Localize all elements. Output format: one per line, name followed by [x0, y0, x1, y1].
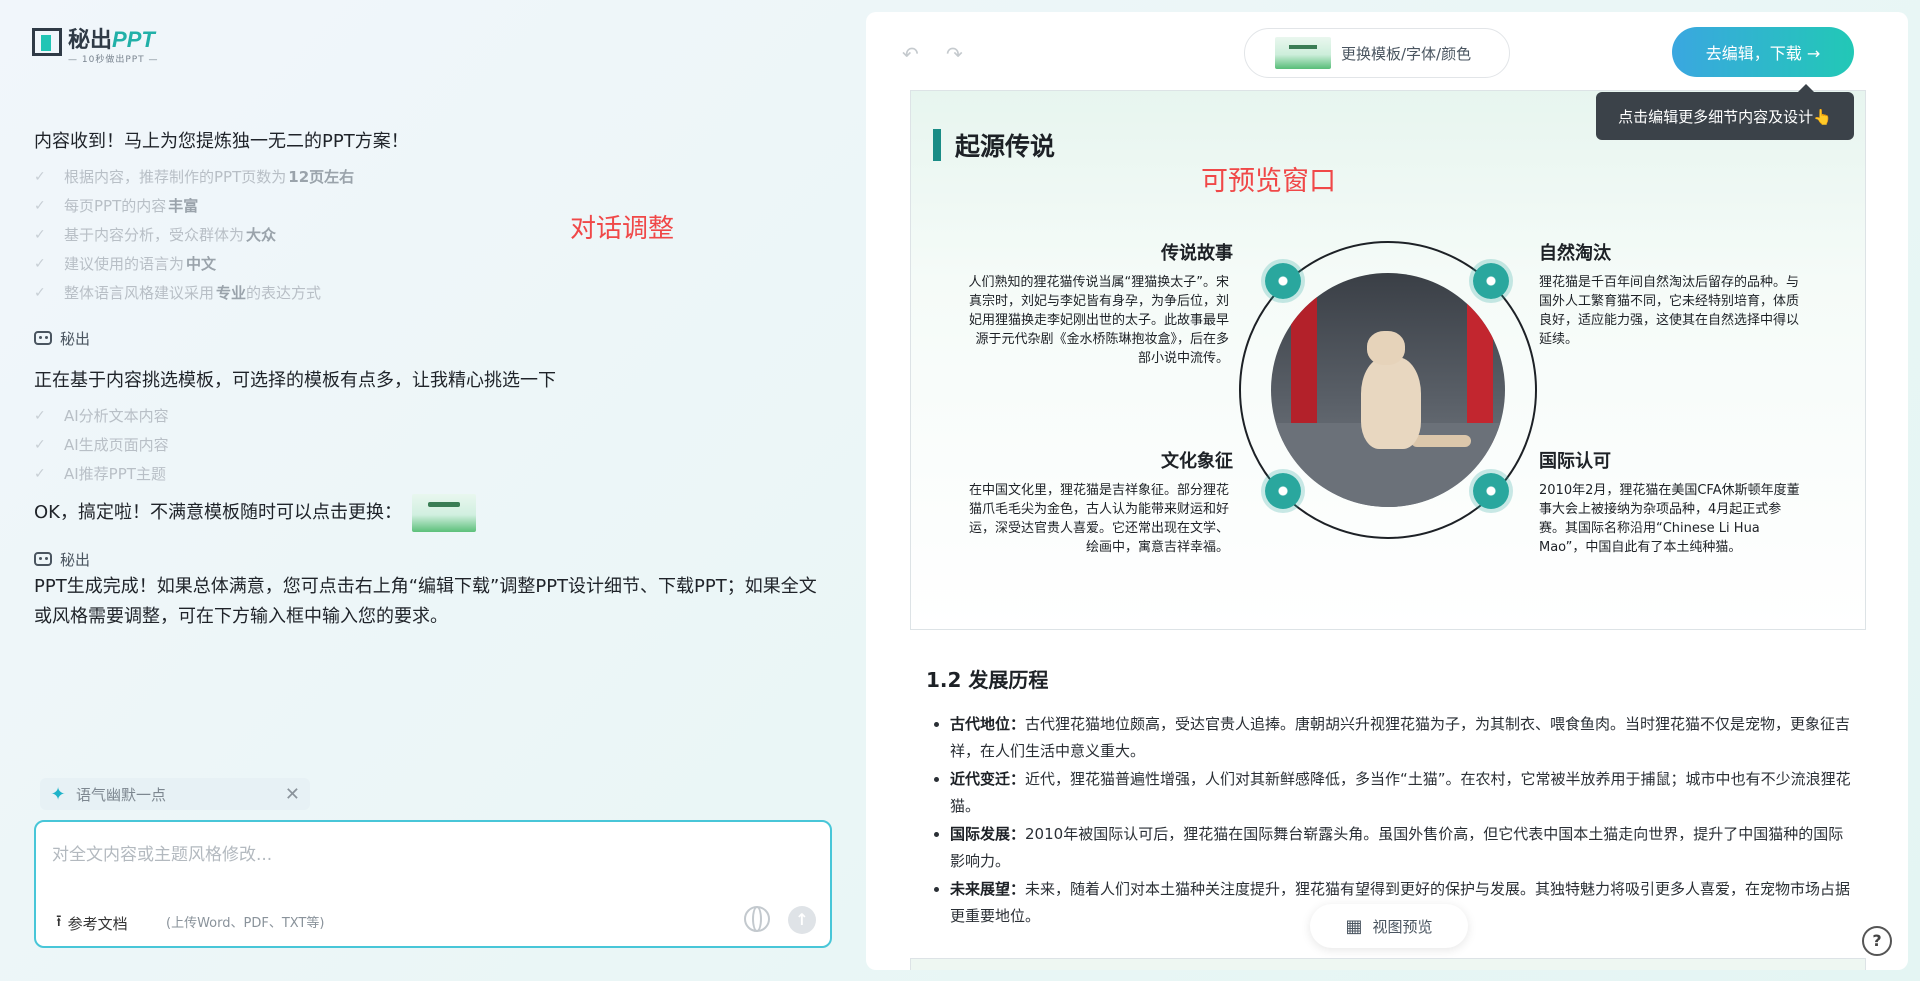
- check-item: ✓ 根据内容，推荐制作的PPT页数为 12页左右: [34, 168, 355, 186]
- robot-icon: [34, 331, 52, 345]
- section-body: 在中国文化里，狸花猫是吉祥象征。部分狸花猫爪毛毛尖为金色，古人认为能带来财运和好…: [968, 483, 1229, 555]
- check-item: ✓ 基于内容分析，受众群体为 大众: [34, 226, 277, 244]
- check-icon: ✓: [34, 226, 46, 243]
- recommendation-checklist: ✓ 根据内容，推荐制作的PPT页数为 12页左右 ✓ 每页PPT的内容 丰富 ✓ 基于内容…: [34, 162, 834, 307]
- upload-hint: (上传Word、PDF、TXT等): [166, 916, 325, 931]
- check-icon: ✓: [34, 197, 46, 214]
- check-icon: ✓: [34, 407, 46, 424]
- check-icon: ✓: [34, 436, 46, 453]
- redo-icon[interactable]: ↷: [946, 42, 963, 66]
- logo-mark-icon: [32, 28, 62, 56]
- node-dot-icon: [1473, 263, 1509, 299]
- sparkle-icon: ✦: [50, 783, 66, 805]
- check-item: ✓ 整体语言风格建议采用 专业 的表达方式: [34, 284, 322, 302]
- step-item: ✓ AI分析文本内容: [34, 407, 169, 425]
- final-message: PPT生成完成！如果总体满意，您可点击右上角“编辑下载”调整PPT设计细节、下载…: [34, 576, 817, 627]
- step-item: ✓ AI推荐PPT主题: [34, 465, 166, 483]
- check-item: ✓ 每页PPT的内容 丰富: [34, 197, 199, 215]
- reference-doc-button[interactable]: ⭱ 参考文档: [56, 910, 128, 937]
- bot-label: 秘出: [34, 546, 834, 572]
- bot-label: 秘出: [34, 325, 834, 351]
- logo-tagline: — 10秒做出PPT —: [68, 55, 159, 65]
- title-accent-bar: [933, 129, 941, 161]
- outline-article: 1.2 发展历程 古代地位：古代狸花猫地位颇高，受达官贵人追捧。唐朝胡兴升视狸花…: [926, 664, 1856, 931]
- edit-download-button[interactable]: 去编辑，下载 →: [1672, 27, 1854, 77]
- close-icon[interactable]: ✕: [285, 784, 300, 805]
- section-heading: 自然淘汰: [1539, 243, 1611, 264]
- send-button[interactable]: ↑: [788, 906, 816, 934]
- preview-panel: ↶ ↷ 更换模板/字体/颜色 去编辑，下载 → 点击编辑更多细节内容及设计👆 起…: [866, 12, 1908, 970]
- check-icon: ✓: [34, 168, 46, 185]
- prompt-input-box: ⭱ 参考文档 (上传Word、PDF、TXT等) ↑: [34, 820, 832, 948]
- template-thumbnail[interactable]: [411, 494, 476, 532]
- view-preview-button[interactable]: ▦ 视图预览: [1310, 904, 1468, 948]
- logo-brand: 秘出: [68, 27, 113, 52]
- list-item: 近代变迁：近代，狸花猫普遍性增强，人们对其新鲜感降低，多当作“土猫”。在农村，它…: [950, 766, 1856, 820]
- intro-message: 内容收到！马上为您提炼独一无二的PPT方案！: [34, 131, 409, 152]
- list-item: 国际发展：2010年被国际认可后，狸花猫在国际舞台崭露头角。虽国外售价高，但它代…: [950, 821, 1856, 875]
- ok-message: OK，搞定啦！不满意模板随时可以点击更换：: [34, 494, 834, 532]
- section-heading: 国际认可: [1539, 451, 1611, 472]
- article-list: 古代地位：古代狸花猫地位颇高，受达官贵人追捧。唐朝胡兴升视狸花猫为子，为其制衣、…: [926, 711, 1856, 930]
- section-heading: 传说故事: [1161, 243, 1233, 264]
- change-template-button[interactable]: 更换模板/字体/颜色: [1244, 28, 1510, 78]
- check-icon: ✓: [34, 465, 46, 482]
- chat-panel: 秘出PPT — 10秒做出PPT — 对话调整 内容收到！马上为您提炼独一无二的…: [0, 0, 865, 981]
- next-slide-preview[interactable]: [910, 958, 1866, 970]
- check-item: ✓ 建议使用的语言为 中文: [34, 255, 217, 273]
- section-body: 人们熟知的狸花猫传说当属“狸猫换太子”。宋真宗时，刘妃与李妃皆有身孕，为争后位，…: [968, 275, 1229, 366]
- undo-icon[interactable]: ↶: [902, 42, 919, 66]
- style-chip[interactable]: ✦ 语气幽默一点 ✕: [40, 778, 310, 810]
- step-item: ✓ AI生成页面内容: [34, 436, 169, 454]
- slide-preview[interactable]: 起源传说 可预览窗口 传说故事 人们熟知的狸花猫传说当属“狸猫换太子”。宋真宗时…: [910, 90, 1866, 630]
- edit-tooltip: 点击编辑更多细节内容及设计👆: [1596, 84, 1854, 140]
- template-thumbnail: [1275, 37, 1331, 69]
- help-button[interactable]: ?: [1862, 926, 1892, 956]
- article-heading: 1.2 发展历程: [926, 668, 1049, 692]
- node-dot-icon: [1265, 263, 1301, 299]
- logo-ppt: PPT: [112, 27, 155, 52]
- check-icon: ✓: [34, 255, 46, 272]
- globe-icon[interactable]: [744, 906, 770, 932]
- chat-log: 内容收到！马上为您提炼独一无二的PPT方案！ ✓ 根据内容，推荐制作的PPT页数为…: [34, 128, 834, 632]
- grid-icon: ▦: [1345, 915, 1363, 937]
- section-heading: 文化象征: [1161, 451, 1233, 472]
- prompt-input[interactable]: [52, 840, 812, 880]
- node-dot-icon: [1265, 473, 1301, 509]
- upload-icon: ⭱: [56, 911, 62, 930]
- cat-photo: [1271, 273, 1505, 507]
- annotation-preview-window: 可预览窗口: [1201, 166, 1336, 197]
- progress-steps: ✓ AI分析文本内容 ✓ AI生成页面内容 ✓ AI推荐PPT主题: [34, 401, 834, 488]
- robot-icon: [34, 552, 52, 566]
- slide-title: 起源传说: [933, 127, 1055, 163]
- section-body: 2010年2月，狸花猫在美国CFA休斯顿年度董事大会上被接纳为杂项品种，4月起正…: [1539, 483, 1800, 555]
- section-body: 狸花猫是千百年间自然淘汰后留存的品种。与国外人工繁育猫不同，它未经特别培育，体质…: [1539, 275, 1800, 347]
- picking-message: 正在基于内容挑选模板，可选择的模板有点多，让我精心挑选一下: [34, 370, 556, 391]
- check-icon: ✓: [34, 284, 46, 301]
- list-item: 古代地位：古代狸花猫地位颇高，受达官贵人追捧。唐朝胡兴升视狸花猫为子，为其制衣、…: [950, 711, 1856, 765]
- node-dot-icon: [1473, 473, 1509, 509]
- logo[interactable]: 秘出PPT — 10秒做出PPT —: [32, 28, 159, 65]
- chip-label: 语气幽默一点: [76, 785, 167, 804]
